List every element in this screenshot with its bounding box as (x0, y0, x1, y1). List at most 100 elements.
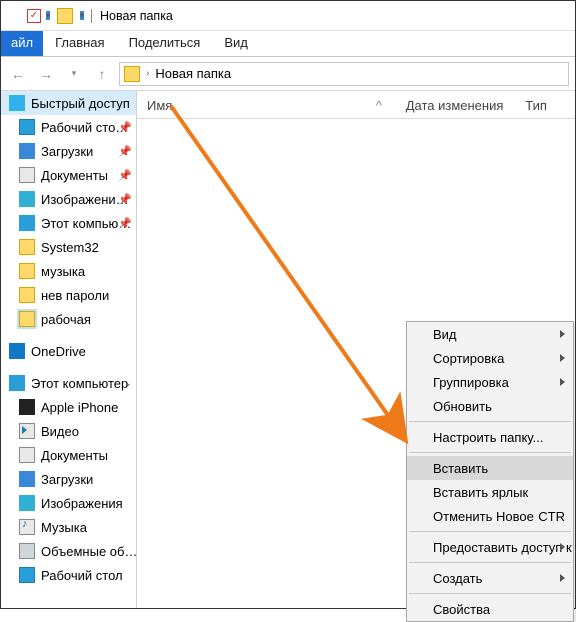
sidebar-item[interactable]: Apple iPhone (1, 395, 136, 419)
sidebar-item-label: Загрузки (41, 144, 93, 159)
sort-indicator-icon: ^ (366, 98, 396, 113)
menu-item[interactable]: Группировка (407, 370, 573, 394)
sidebar-item[interactable]: Загрузки 📌 (1, 139, 136, 163)
folder-icon (57, 8, 73, 24)
pin-icon: 📌 (118, 145, 132, 158)
divider (91, 9, 92, 23)
nav-back-button[interactable]: ← (7, 63, 29, 85)
chevron-down-icon[interactable]: ⌄ (124, 378, 132, 389)
sidebar-item[interactable]: Рабочий сто…📌 (1, 115, 136, 139)
columns-header: Имя ^ Дата изменения Тип (137, 91, 575, 119)
nav-forward-button[interactable]: → (35, 63, 57, 85)
nav-up-button[interactable]: ↑ (91, 63, 113, 85)
app-icon (7, 8, 23, 24)
address-bar: ← → ▾ ↑ › Новая папка (1, 57, 575, 91)
fold-icon (19, 311, 35, 327)
menu-item[interactable]: Настроить папку... (407, 425, 573, 449)
menu-item[interactable]: Вставить ярлык (407, 480, 573, 504)
sidebar-item[interactable]: System32 (1, 235, 136, 259)
menu-item-label: Предоставить доступ к (433, 540, 572, 555)
sidebar-item-label: Документы (41, 168, 108, 183)
fold-icon (19, 287, 35, 303)
menu-item-label: Вид (433, 327, 457, 342)
sidebar-item-label: Изображения (41, 496, 123, 511)
qat-check-icon[interactable]: ✓ (27, 9, 41, 23)
desk-icon (19, 119, 35, 135)
sidebar-onedrive[interactable]: OneDrive (1, 339, 136, 363)
column-name[interactable]: Имя (137, 98, 396, 113)
menu-item-label: Свойства (433, 602, 490, 617)
qat-dropdown2-icon[interactable]: ▾ (80, 11, 84, 20)
pics-icon (19, 495, 35, 511)
sidebar-item[interactable]: Изображения (1, 491, 136, 515)
sidebar-item[interactable]: Загрузки (1, 467, 136, 491)
address-field[interactable]: › Новая папка (119, 62, 569, 86)
menu-item-label: Создать (433, 571, 482, 586)
sidebar-item-label: Рабочий стол (41, 568, 123, 583)
sidebar-quick-access[interactable]: Быстрый доступ (1, 91, 136, 115)
sidebar-item[interactable]: Видео (1, 419, 136, 443)
onedrive-icon (9, 343, 25, 359)
menu-item[interactable]: Создать (407, 566, 573, 590)
sidebar-item-label: рабочая (41, 312, 91, 327)
menu-item-label: Сортировка (433, 351, 504, 366)
sidebar-item-label: Музыка (41, 520, 87, 535)
menu-item[interactable]: Сортировка (407, 346, 573, 370)
sidebar-item-label: Рабочий сто… (41, 120, 128, 135)
sidebar-item[interactable]: Изображени…📌 (1, 187, 136, 211)
menu-item[interactable]: Обновить (407, 394, 573, 418)
down-icon (19, 143, 35, 159)
pc-icon (19, 215, 35, 231)
menu-item[interactable]: Отменить НовоеCTR (407, 504, 573, 528)
tab-view[interactable]: Вид (212, 31, 260, 56)
fold-icon (19, 239, 35, 255)
menu-item[interactable]: Предоставить доступ к (407, 535, 573, 559)
sidebar-thispc[interactable]: Этот компьютер ⌄ (1, 371, 136, 395)
menu-item-label: Группировка (433, 375, 509, 390)
sidebar-item-label: Apple iPhone (41, 400, 118, 415)
ribbon-tabs: айл Главная Поделиться Вид (1, 31, 575, 57)
menu-item-label: Вставить (433, 461, 488, 476)
sidebar-item[interactable]: Документы📌 (1, 163, 136, 187)
sidebar-item-label: нев пароли (41, 288, 109, 303)
menu-separator (409, 593, 571, 594)
column-type[interactable]: Тип (515, 98, 575, 113)
tab-home[interactable]: Главная (43, 31, 116, 56)
pin-icon: 📌 (118, 193, 132, 206)
tab-share[interactable]: Поделиться (117, 31, 213, 56)
sidebar-label: Этот компьютер (31, 376, 128, 391)
docs-icon (19, 447, 35, 463)
context-menu: Вид Сортировка Группировка Обновить Настроит… (406, 321, 574, 622)
qat-dropdown-icon[interactable]: ▾ (46, 11, 50, 20)
chevron-right-icon: › (146, 68, 149, 79)
menu-item[interactable]: Вид (407, 322, 573, 346)
sidebar-item[interactable]: нев пароли (1, 283, 136, 307)
sidebar-item-label: музыка (41, 264, 85, 279)
sidebar-item[interactable]: музыка (1, 259, 136, 283)
sidebar-item-label: Документы (41, 448, 108, 463)
sidebar-label: OneDrive (31, 344, 86, 359)
pc-icon (9, 375, 25, 391)
star-icon (9, 95, 25, 111)
titlebar: ✓ ▾ ▾ Новая папка (1, 1, 575, 31)
pics-icon (19, 191, 35, 207)
menu-item[interactable]: Вставить (407, 456, 573, 480)
sidebar-item[interactable]: Музыка (1, 515, 136, 539)
menu-separator (409, 531, 571, 532)
sidebar-item[interactable]: Объемные об… (1, 539, 136, 563)
sidebar-item[interactable]: Этот компью…📌 (1, 211, 136, 235)
hdd-icon (19, 543, 35, 559)
nav-history-button[interactable]: ▾ (63, 63, 85, 85)
sidebar-item[interactable]: Документы (1, 443, 136, 467)
menu-separator (409, 452, 571, 453)
tab-file[interactable]: айл (1, 31, 43, 56)
menu-item[interactable]: Свойства (407, 597, 573, 621)
column-date[interactable]: Дата изменения (396, 98, 515, 113)
menu-item-label: Отменить Новое (433, 509, 534, 524)
sidebar-item[interactable]: рабочая (1, 307, 136, 331)
vid-icon (19, 423, 35, 439)
folder-icon (124, 66, 140, 82)
sidebar-item[interactable]: Рабочий стол (1, 563, 136, 587)
desk-icon (19, 567, 35, 583)
sidebar-item-label: Изображени… (41, 192, 129, 207)
